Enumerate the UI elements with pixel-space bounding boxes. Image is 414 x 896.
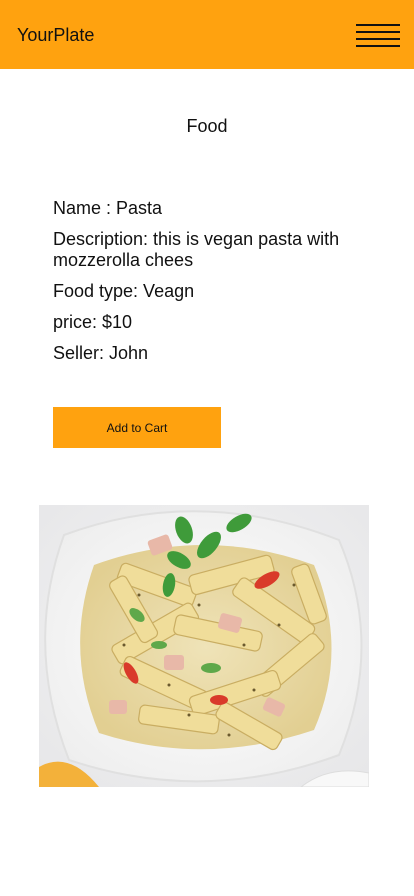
food-details: Name : Pasta Description: this is vegan …	[53, 198, 373, 374]
page-title: Food	[186, 116, 228, 136]
pasta-dish-image	[39, 505, 369, 787]
food-description: Description: this is vegan pasta with mo…	[53, 229, 340, 270]
hamburger-menu-icon[interactable]	[356, 22, 401, 48]
food-price: price: $10	[53, 312, 133, 332]
add-to-cart-button[interactable]: Add to Cart	[53, 407, 221, 448]
app-header: YourPlate	[0, 0, 414, 69]
food-seller: Seller: John	[53, 343, 149, 363]
menu-bar	[356, 38, 400, 40]
menu-bar	[356, 45, 400, 47]
food-type: Food type: Veagn	[53, 281, 195, 301]
brand-logo-text[interactable]: YourPlate	[17, 24, 94, 46]
food-name: Name : Pasta	[53, 198, 163, 218]
menu-bar	[356, 31, 400, 33]
menu-bar	[356, 24, 400, 26]
